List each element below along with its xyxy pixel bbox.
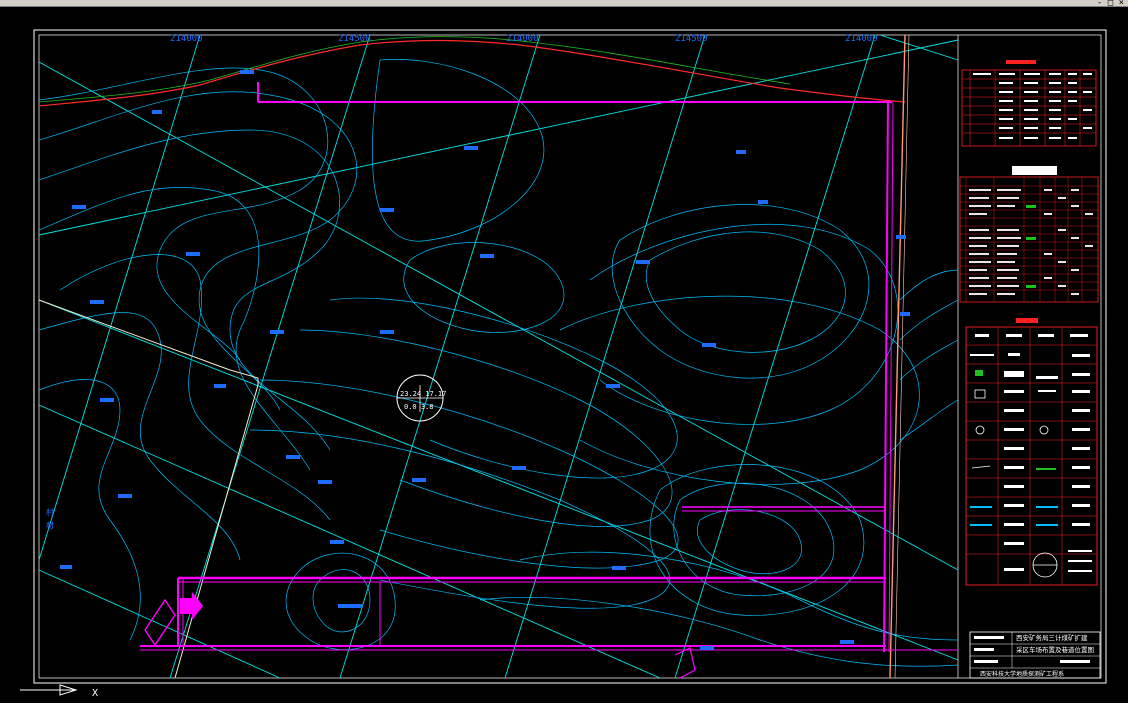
grid-label-4: 214500 bbox=[675, 34, 708, 44]
window-title-bar: - □ × bbox=[0, 0, 1128, 8]
contour-lines bbox=[38, 59, 959, 667]
title-footer: 西安科技大学地质探测矿工程系 bbox=[980, 670, 1064, 678]
cad-drawing-canvas[interactable]: 214000 214500 214000 214500 214000 村 材 2… bbox=[0, 7, 1128, 699]
marker-text-top: 23.24 17.17 bbox=[400, 390, 446, 398]
grid-label-5: 214000 bbox=[845, 34, 878, 44]
outer-frame bbox=[33, 29, 1107, 684]
title-block: 西安矿务局三计煤矿扩建 采区车场布置及巷道位置图 西安科技大学地质探测矿工程系 bbox=[969, 631, 1101, 679]
title-line-1: 西安矿务局三计煤矿扩建 bbox=[1016, 633, 1088, 642]
grid-label-1: 214000 bbox=[170, 34, 203, 44]
legend-table-1 bbox=[961, 60, 1097, 147]
marker-text-bottom: 0.0 3.8 bbox=[404, 403, 434, 411]
drawing-svg: 214000 214500 214000 214500 214000 村 材 2… bbox=[20, 29, 1107, 699]
legend-table-2 bbox=[959, 166, 1099, 303]
legend-table-3 bbox=[965, 318, 1098, 586]
side-label: 村 材 bbox=[46, 507, 55, 529]
ucs-icon: X bbox=[20, 684, 98, 699]
mine-boundary-green bbox=[38, 36, 791, 103]
grid-label-2: 214500 bbox=[338, 34, 371, 44]
title-line-2: 采区车场布置及巷道位置图 bbox=[1016, 645, 1094, 654]
grid-label-3: 214000 bbox=[506, 34, 539, 44]
fault-line bbox=[38, 299, 259, 679]
elevation-labels bbox=[60, 70, 910, 650]
road-line bbox=[889, 34, 906, 679]
ucs-x-label: X bbox=[92, 688, 98, 698]
